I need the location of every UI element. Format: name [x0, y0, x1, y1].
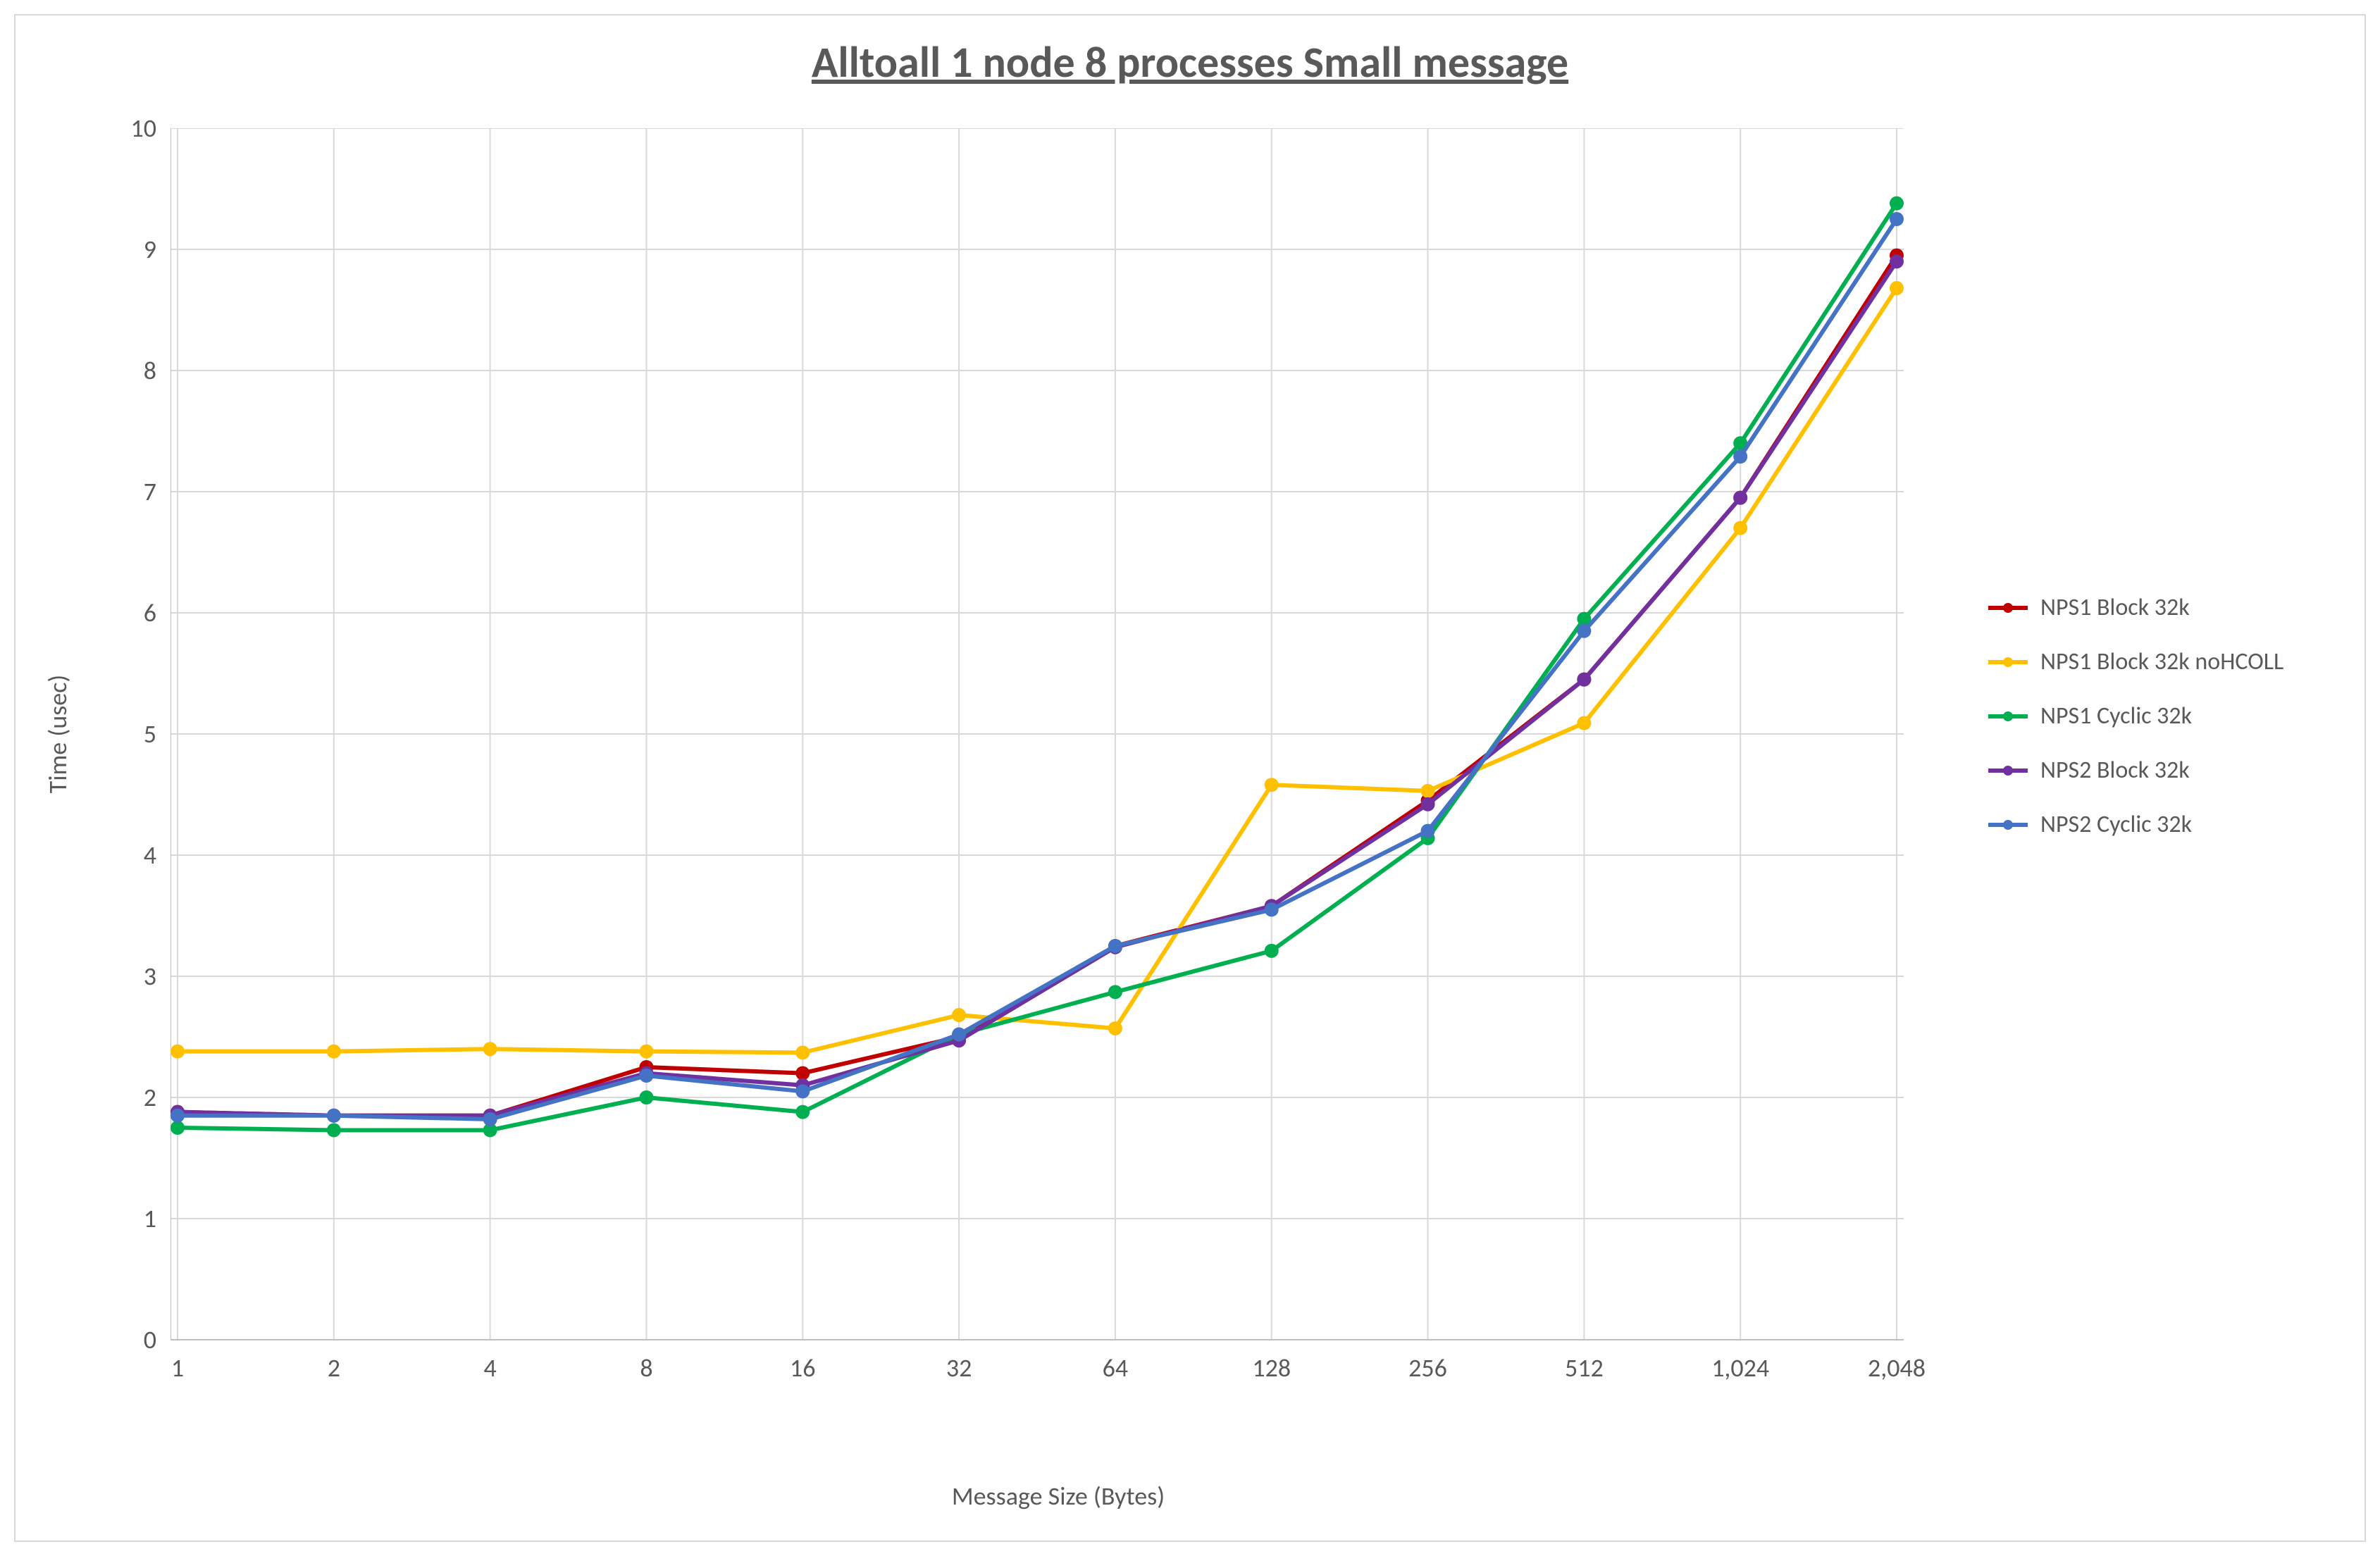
- chart-title: Alltoall 1 node 8 processes Small messag…: [16, 35, 2364, 89]
- legend-swatch: [1988, 660, 2028, 664]
- y-tick-label: 5: [107, 718, 156, 749]
- legend-item: NPS1 Block 32k noHCOLL: [1988, 647, 2283, 676]
- legend-swatch: [1988, 714, 2028, 718]
- y-tick-label: 7: [107, 476, 156, 507]
- y-tick-label: 4: [107, 840, 156, 871]
- y-tick-label: 10: [107, 113, 156, 144]
- legend-item: NPS2 Block 32k: [1988, 756, 2283, 785]
- x-axis-label: Message Size (Bytes): [952, 1481, 1165, 1512]
- y-tick-label: 9: [107, 234, 156, 265]
- legend-item: NPS1 Block 32k: [1988, 593, 2283, 622]
- y-tick-label: 1: [107, 1203, 156, 1234]
- legend-swatch: [1988, 606, 2028, 610]
- y-axis-label: Time (usec): [42, 675, 73, 794]
- legend-swatch: [1988, 768, 2028, 773]
- y-tick-label: 2: [107, 1082, 156, 1113]
- chart-frame: Alltoall 1 node 8 processes Small messag…: [14, 14, 2366, 1542]
- legend-label: NPS1 Cyclic 32k: [2040, 702, 2192, 730]
- legend-item: NPS2 Cyclic 32k: [1988, 810, 2283, 839]
- legend-label: NPS2 Cyclic 32k: [2040, 810, 2192, 839]
- plot-area: [171, 128, 1946, 1389]
- y-tick-label: 3: [107, 961, 156, 992]
- legend-swatch: [1988, 823, 2028, 827]
- legend-item: NPS1 Cyclic 32k: [1988, 702, 2283, 730]
- y-tick-label: 0: [107, 1324, 156, 1355]
- legend-label: NPS1 Block 32k: [2040, 593, 2190, 622]
- plot-svg: [171, 128, 1946, 1389]
- legend-label: NPS1 Block 32k noHCOLL: [2040, 647, 2283, 676]
- legend-label: NPS2 Block 32k: [2040, 756, 2190, 785]
- y-tick-label: 8: [107, 355, 156, 386]
- y-tick-label: 6: [107, 597, 156, 628]
- legend: NPS1 Block 32k NPS1 Block 32k noHCOLL NPS1…: [1988, 593, 2283, 864]
